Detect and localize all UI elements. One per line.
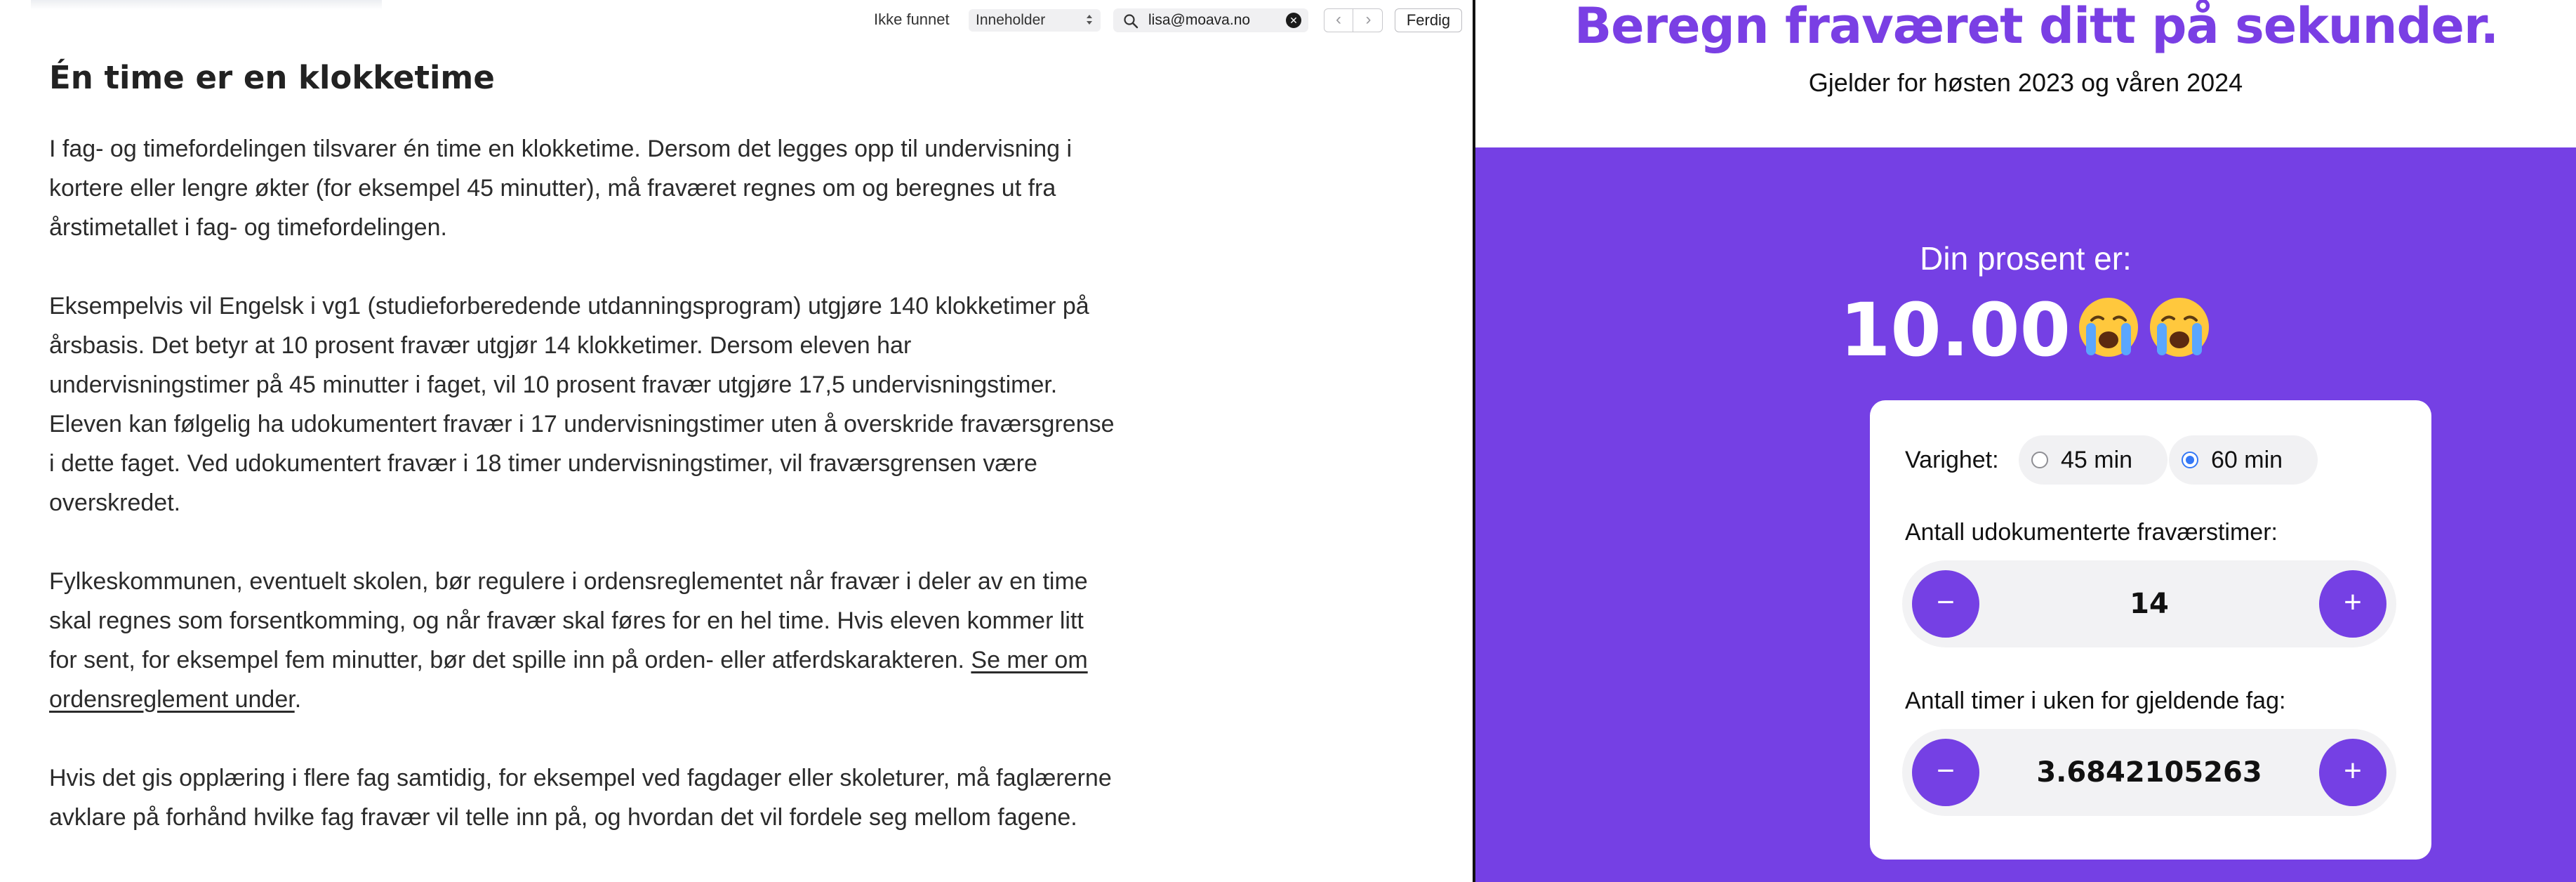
find-next-button[interactable]: › [1354,9,1383,32]
radio-unchecked-icon [2031,452,2048,468]
duration-option-label: 60 min [2211,447,2283,473]
absence-decrement-button[interactable]: − [1912,570,1979,638]
result-label: Din prosent er: [1920,240,2132,277]
absence-increment-button[interactable]: + [2319,570,2386,638]
find-search-input[interactable] [1148,11,1275,30]
radio-checked-icon [2182,452,2198,468]
weekly-hours-label: Antall timer i uken for gjeldende fag: [1905,687,2286,714]
article-paragraph-1: I fag- og timefordelingen tilsvarer én t… [49,136,1073,241]
find-bar: Ikke funnet Inneholder ✕ ‹ › Ferdig [0,0,1473,42]
weekly-hours-value[interactable]: 3.6842105263 [1986,753,2312,792]
find-search-field[interactable]: ✕ [1113,8,1308,32]
find-status-text: Ikke funnet [874,11,950,28]
result-row: 10.00 [1475,281,2576,379]
article-heading: Én time er en klokketime [49,59,495,96]
calculator-body: Din prosent er: 10.00 Varighet: 45 min 6… [1475,147,2576,882]
paragraph-3-end: . [294,686,302,713]
absence-hours-stepper: − 14 + [1902,560,2396,647]
find-nav-group: ‹ › [1324,8,1383,32]
tab-strip-fade [31,0,382,10]
duration-option-label: 45 min [2061,447,2133,473]
article-paragraph-4: Hvis det gis opplæring i flere fag samti… [49,765,1112,831]
article-pane: Ikke funnet Inneholder ✕ ‹ › Ferdig Én t… [0,0,1473,882]
duration-option-45[interactable]: 45 min [2019,435,2167,485]
search-icon [1124,14,1138,29]
find-mode-select[interactable]: Inneholder [969,9,1101,32]
result-value: 10.00 [1840,287,2071,373]
absence-hours-label: Antall udokumenterte fraværstimer: [1905,519,2278,546]
duration-label: Varighet: [1905,447,1999,473]
crying-face-icon [2079,298,2139,357]
crying-face-icon [2149,298,2209,357]
chevron-up-down-icon [1085,13,1094,27]
calculator-subtitle: Gjelder for høsten 2023 og våren 2024 [1808,68,2243,97]
calculator-title: Beregn fraværet ditt på sekunder. [1574,0,2499,55]
weekly-hours-stepper: − 3.6842105263 + [1902,729,2396,816]
weekly-decrement-button[interactable]: − [1912,739,1979,806]
find-mode-value: Inneholder [976,12,1046,28]
article-paragraph-3: Fylkeskommunen, eventuelt skolen, bør re… [49,562,1116,719]
calculator-card: Varighet: 45 min 60 min Antall udokument… [1870,400,2431,860]
paragraph-3-text: Fylkeskommunen, eventuelt skolen, bør re… [49,568,1088,673]
calculator-pane: Beregn fraværet ditt på sekunder. Gjelde… [1475,0,2576,882]
duration-option-60[interactable]: 60 min [2169,435,2318,485]
article-content: Én time er en klokketime I fag- og timef… [49,55,1116,837]
calculator-header: Beregn fraværet ditt på sekunder. Gjelde… [1475,0,2576,147]
find-previous-button[interactable]: ‹ [1324,9,1353,32]
absence-hours-value[interactable]: 14 [1986,584,2312,624]
clear-search-icon[interactable]: ✕ [1286,13,1301,28]
weekly-increment-button[interactable]: + [2319,739,2386,806]
article-paragraph-2: Eksempelvis vil Engelsk i vg1 (studiefor… [49,293,1115,516]
find-done-button[interactable]: Ferdig [1395,8,1462,32]
